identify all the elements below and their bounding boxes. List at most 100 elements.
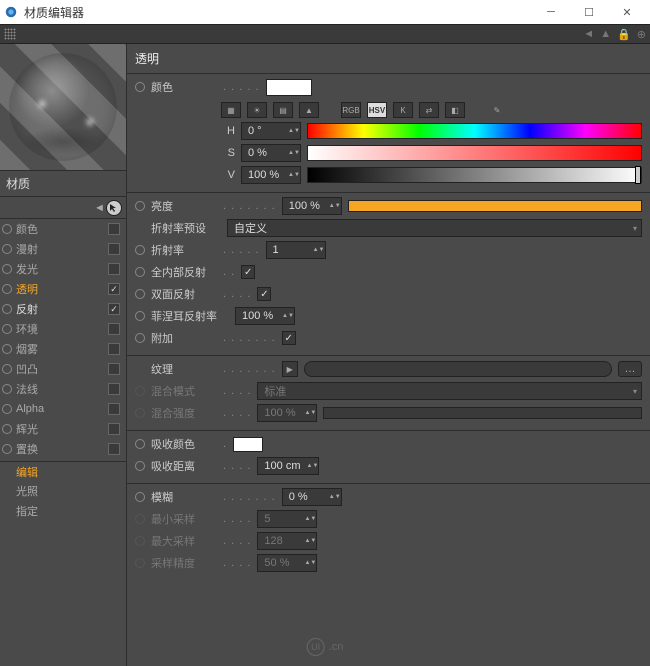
fresnel-input[interactable]: 100 %▲▼ (235, 307, 295, 325)
channel-checkbox[interactable] (108, 423, 120, 435)
min-samples-radio (135, 514, 145, 524)
edit-item-编辑[interactable]: 编辑 (0, 461, 126, 481)
properties-panel: 透明 颜色 . . . . . ▦ ☀ ▤ ▲ RGB HSV K (126, 44, 650, 666)
channel-label: 法线 (16, 381, 104, 397)
texture-play-button[interactable]: ▶ (282, 361, 298, 377)
channel-checkbox[interactable] (108, 263, 120, 275)
channel-checkbox[interactable] (108, 243, 120, 255)
k-mode[interactable]: K (393, 102, 413, 118)
channel-radio[interactable] (2, 404, 12, 414)
channel-radio[interactable] (2, 244, 12, 254)
grid-icon[interactable] (4, 28, 16, 40)
channel-radio[interactable] (2, 384, 12, 394)
close-button[interactable]: ✕ (608, 0, 646, 24)
blur-radio[interactable] (135, 492, 145, 502)
channel-checkbox[interactable] (108, 323, 120, 335)
mixer-a-icon[interactable]: ⇄ (419, 102, 439, 118)
texture-browse-button[interactable]: … (618, 361, 642, 377)
channel-radio[interactable] (2, 324, 12, 334)
minimize-button[interactable]: ─ (532, 0, 570, 24)
channel-checkbox[interactable] (108, 343, 120, 355)
mixer-b-icon[interactable]: ◧ (445, 102, 465, 118)
additive-checkbox[interactable] (282, 331, 296, 345)
channel-checkbox[interactable] (108, 403, 120, 415)
sat-slider[interactable] (307, 145, 642, 161)
val-slider[interactable] (307, 167, 642, 183)
fresnel-radio[interactable] (135, 311, 145, 321)
double-sided-radio[interactable] (135, 289, 145, 299)
swatch-mode-icon[interactable]: ▦ (221, 102, 241, 118)
channel-checkbox[interactable] (108, 223, 120, 235)
blur-input[interactable]: 0 %▲▼ (282, 488, 342, 506)
brightness-slider[interactable] (348, 200, 642, 212)
channel-row-反射[interactable]: 反射 (0, 299, 126, 319)
tir-radio[interactable] (135, 267, 145, 277)
channel-checkbox[interactable] (108, 443, 120, 455)
brightness-input[interactable]: 100 %▲▼ (282, 197, 342, 215)
channel-row-透明[interactable]: 透明 (0, 279, 126, 299)
channel-row-漫射[interactable]: 漫射 (0, 239, 126, 259)
channel-radio[interactable] (2, 444, 12, 454)
h-input[interactable]: 0 °▲▼ (241, 122, 301, 140)
lock-icon[interactable]: 🔒 (617, 28, 631, 41)
edit-item-光照[interactable]: 光照 (0, 481, 126, 501)
channel-radio[interactable] (2, 424, 12, 434)
channel-checkbox[interactable] (108, 383, 120, 395)
group-refraction: 亮度. . . . . . . 100 %▲▼ 折射率预设 自定义▾ 折射率. … (127, 193, 650, 356)
nav-up-icon[interactable]: ▲ (600, 28, 611, 41)
absorb-dist-radio[interactable] (135, 461, 145, 471)
channel-radio[interactable] (2, 364, 12, 374)
channel-radio[interactable] (2, 304, 12, 314)
material-preview[interactable] (0, 44, 126, 170)
image-mode-icon[interactable]: ▲ (299, 102, 319, 118)
ior-radio[interactable] (135, 245, 145, 255)
absorb-color-radio[interactable] (135, 439, 145, 449)
color-swatch[interactable] (266, 79, 312, 96)
v-label: V (221, 169, 235, 181)
channel-row-辉光[interactable]: 辉光 (0, 419, 126, 439)
channel-row-凹凸[interactable]: 凹凸 (0, 359, 126, 379)
double-sided-checkbox[interactable] (257, 287, 271, 301)
group-texture: 纹理. . . . . . . ▶ … 混合模式. . . . 标准▾ 混合强度… (127, 356, 650, 431)
texture-track[interactable] (304, 361, 612, 377)
absorb-dist-input[interactable]: 100 cm▲▼ (257, 457, 319, 475)
absorb-color-swatch[interactable] (233, 437, 263, 452)
color-radio[interactable] (135, 82, 145, 92)
channel-checkbox[interactable] (108, 283, 120, 295)
channel-checkbox[interactable] (108, 363, 120, 375)
hue-slider[interactable] (307, 123, 642, 139)
wheel-mode-icon[interactable]: ☀ (247, 102, 267, 118)
channel-radio[interactable] (2, 224, 12, 234)
brightness-radio[interactable] (135, 201, 145, 211)
channel-radio[interactable] (2, 284, 12, 294)
blend-strength-radio (135, 408, 145, 418)
v-input[interactable]: 100 %▲▼ (241, 166, 301, 184)
edit-item-指定[interactable]: 指定 (0, 501, 126, 521)
additive-radio[interactable] (135, 333, 145, 343)
material-name[interactable]: 材质 (0, 170, 126, 197)
gradient-mode-icon[interactable]: ▤ (273, 102, 293, 118)
maximize-button[interactable]: ☐ (570, 0, 608, 24)
prev-icon[interactable]: ◄ (94, 202, 102, 214)
s-input[interactable]: 0 %▲▼ (241, 144, 301, 162)
tir-checkbox[interactable] (241, 265, 255, 279)
ior-preset-dropdown[interactable]: 自定义▾ (227, 219, 642, 237)
blend-strength-slider (323, 407, 642, 419)
pick-tool[interactable] (106, 200, 122, 216)
ior-input[interactable]: 1▲▼ (266, 241, 326, 259)
rgb-mode[interactable]: RGB (341, 102, 361, 118)
add-icon[interactable]: ⊕ (637, 28, 646, 41)
channel-radio[interactable] (2, 264, 12, 274)
channel-row-发光[interactable]: 发光 (0, 259, 126, 279)
channel-row-烟雾[interactable]: 烟雾 (0, 339, 126, 359)
channel-row-置换[interactable]: 置换 (0, 439, 126, 459)
channel-row-Alpha[interactable]: Alpha (0, 399, 126, 419)
hsv-mode[interactable]: HSV (367, 102, 387, 118)
channel-row-环境[interactable]: 环境 (0, 319, 126, 339)
channel-radio[interactable] (2, 344, 12, 354)
channel-checkbox[interactable] (108, 303, 120, 315)
nav-back-icon[interactable]: ◄ (583, 28, 594, 41)
channel-row-颜色[interactable]: 颜色 (0, 219, 126, 239)
eyedropper-icon[interactable]: ✎ (487, 102, 507, 118)
channel-row-法线[interactable]: 法线 (0, 379, 126, 399)
